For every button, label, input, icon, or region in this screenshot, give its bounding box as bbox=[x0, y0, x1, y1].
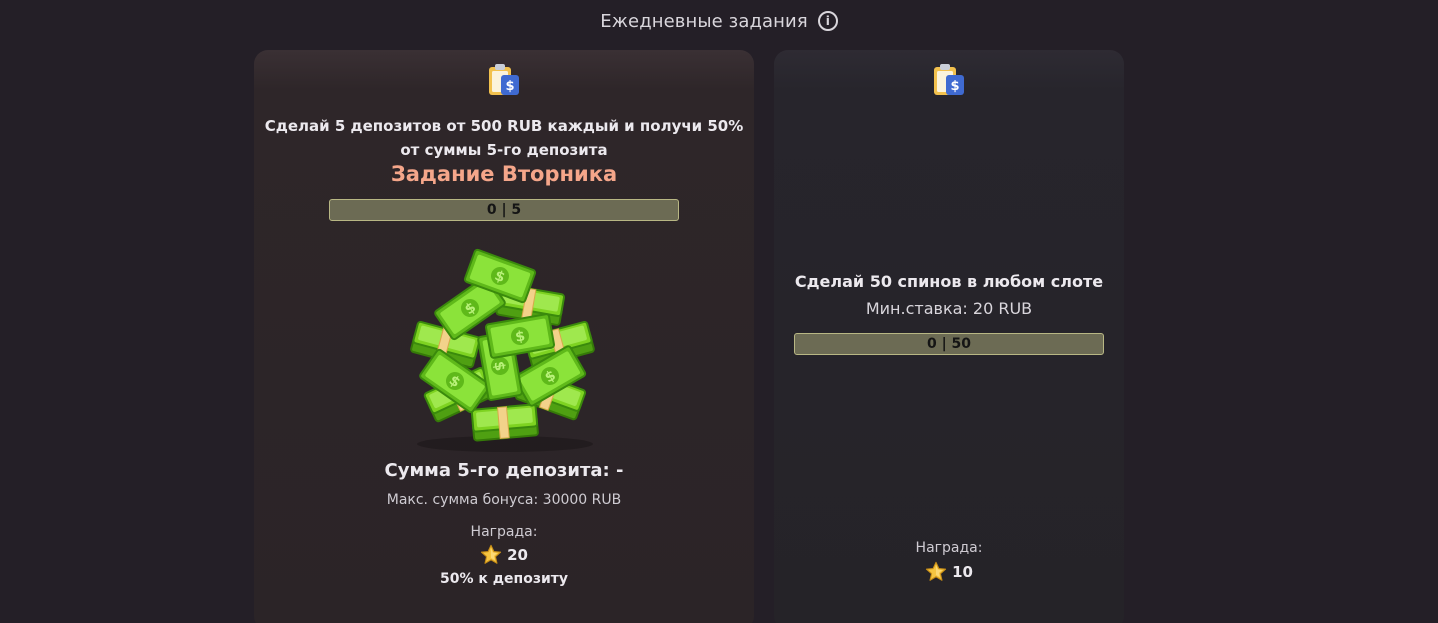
task-description: Сделай 50 спинов в любом слоте bbox=[794, 272, 1104, 291]
money-stack-illustration bbox=[409, 248, 596, 452]
task-card-tuesday[interactable]: Сделай 5 депозитов от 500 RUB каждый и п… bbox=[254, 50, 754, 623]
max-bonus-label: Макс. сумма бонуса: 30000 RUB bbox=[386, 492, 622, 508]
clipboard-dollar-icon bbox=[931, 62, 967, 98]
reward-row: 20 bbox=[254, 544, 754, 566]
task-description: Сделай 5 депозитов от 500 RUB каждый и п… bbox=[264, 117, 744, 159]
deposit-sum-label: Сумма 5-го депозита: - bbox=[384, 460, 624, 481]
reward-points: 10 bbox=[952, 563, 973, 581]
reward-label: Награда: bbox=[470, 524, 538, 540]
reward-label: Награда: bbox=[915, 540, 983, 556]
task-progress-bar: 0 | 5 bbox=[329, 199, 679, 221]
info-icon[interactable]: i bbox=[817, 11, 838, 31]
task-progress-text: 0 | 50 bbox=[926, 336, 972, 352]
star-icon bbox=[925, 561, 947, 583]
daily-tasks-header: Ежедневные задания i bbox=[0, 6, 1438, 36]
reward-row: 10 bbox=[774, 561, 1124, 583]
task-progress-text: 0 | 5 bbox=[486, 202, 522, 218]
task-card-spins[interactable]: Сделай 50 спинов в любом слоте Мин.ставк… bbox=[774, 50, 1124, 623]
reward-deposit-bonus: 50% к депозиту bbox=[439, 571, 569, 587]
min-bet-label: Мин.ставка: 20 RUB bbox=[865, 299, 1033, 318]
section-title: Ежедневные задания bbox=[600, 10, 808, 32]
daily-tasks-page: Ежедневные задания i Сделай 5 депозитов … bbox=[0, 0, 1438, 623]
task-progress-bar: 0 | 50 bbox=[794, 333, 1104, 355]
clipboard-dollar-icon bbox=[486, 62, 522, 98]
reward-points: 20 bbox=[507, 546, 528, 564]
task-title: Задание Вторника bbox=[390, 162, 618, 186]
star-icon bbox=[480, 544, 502, 566]
